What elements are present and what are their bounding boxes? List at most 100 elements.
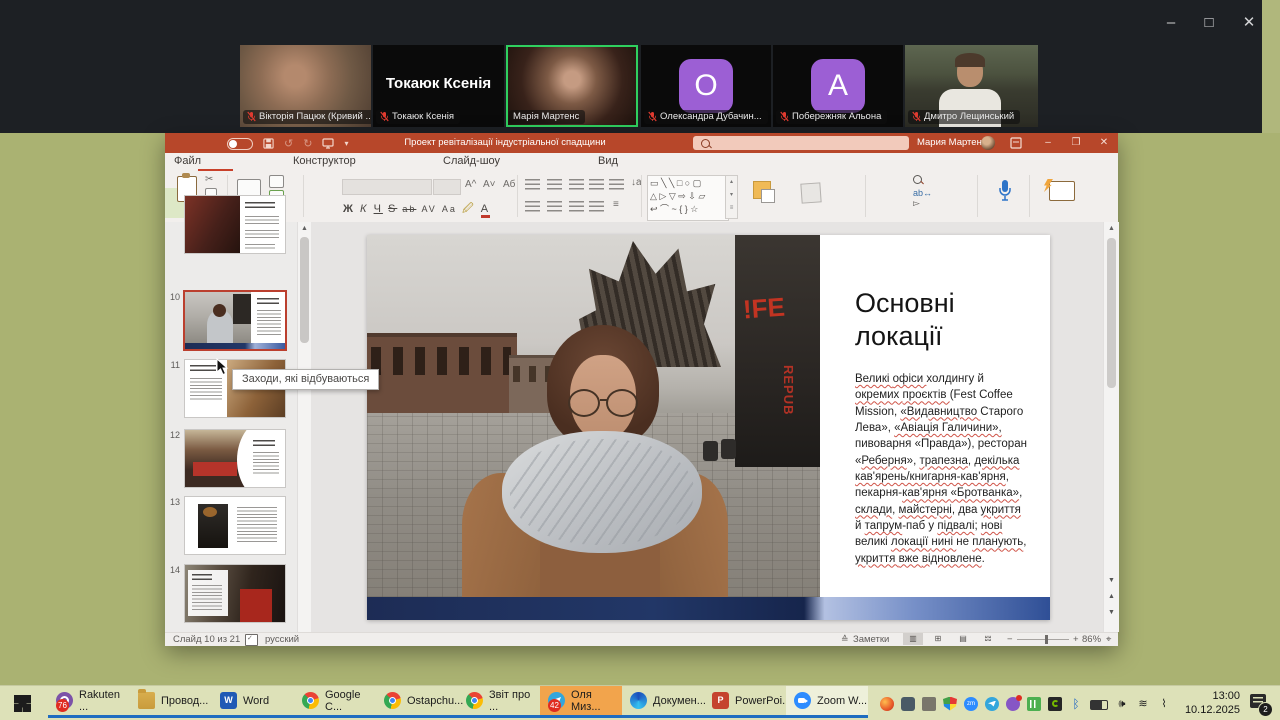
thumbnail-slide-10-selected[interactable] (185, 292, 285, 349)
ribbon-display-options-icon[interactable] (1010, 137, 1022, 149)
scroll-down-icon[interactable]: ▼ (1104, 574, 1119, 588)
font-name-select[interactable] (342, 179, 432, 195)
decrease-indent-icon[interactable] (569, 179, 584, 190)
window-close-button[interactable]: ✕ (1093, 136, 1115, 150)
char-spacing-button[interactable]: AV (421, 204, 436, 214)
sort-icon[interactable]: ↓а (631, 177, 642, 188)
find-icon[interactable] (913, 175, 922, 184)
start-button[interactable] (14, 695, 31, 712)
participant-tile-active-speaker[interactable]: Марія Мартенс (506, 45, 638, 127)
scroll-up-icon[interactable]: ▲ (298, 222, 311, 235)
shrink-font-icon[interactable]: А˅ (483, 179, 496, 190)
language-indicator[interactable]: русский (265, 634, 299, 645)
telegram-tray-icon[interactable] (985, 697, 999, 711)
battery-tray-icon[interactable] (1090, 700, 1108, 710)
notes-button[interactable]: Заметки (853, 634, 889, 645)
account-name[interactable]: Мария Мартенс (917, 137, 987, 148)
spellcheck-icon[interactable] (245, 634, 258, 646)
dictate-button[interactable] (997, 179, 1013, 205)
italic-button[interactable]: К (360, 203, 368, 215)
increase-indent-icon[interactable] (589, 179, 604, 190)
select-cursor-icon[interactable]: ▻ (913, 198, 932, 209)
slide-body-text[interactable]: Великі офіси холдингу й окремих проєктів… (855, 371, 1029, 567)
bluetooth-tray-icon[interactable]: ᛒ (1069, 697, 1083, 711)
window-minimize-button[interactable]: – (1037, 136, 1059, 150)
firefox-tray-icon[interactable] (880, 697, 894, 711)
taskbar-button-powerpoint[interactable]: P PowerPoi... (704, 686, 786, 718)
participant-tile[interactable]: Вікторія Пацюк (Кривий ... (240, 45, 371, 127)
clear-format-icon[interactable]: Аб (503, 179, 515, 190)
notes-icon[interactable]: ≙ (841, 634, 849, 645)
taskbar-button-chrome-3[interactable]: Звіт про ... (458, 686, 540, 718)
search-box[interactable] (693, 136, 909, 150)
taskbar-button-explorer[interactable]: Провод... (130, 686, 212, 718)
previous-slide-button[interactable]: ▲ (1104, 590, 1119, 604)
main-scrollbar[interactable]: ▲ ▼ ▲ ▼ (1103, 222, 1119, 632)
font-size-select[interactable] (433, 179, 461, 195)
slide-counter[interactable]: Слайд 10 из 21 (173, 634, 240, 645)
slide-sorter-view-button[interactable]: ⊞ (928, 633, 948, 645)
quick-styles-button[interactable] (800, 182, 821, 203)
columns-icon[interactable]: ≡ (613, 199, 619, 210)
window-restore-button[interactable]: ❐ (1065, 136, 1087, 150)
change-case-button[interactable]: Aa (442, 204, 457, 214)
font-color-button[interactable]: А (481, 203, 490, 218)
thumbnail-slide-9[interactable] (185, 196, 285, 253)
zoom-tray-icon[interactable]: zm (964, 697, 978, 711)
align-center-icon[interactable] (547, 201, 562, 212)
align-right-icon[interactable] (569, 201, 584, 212)
bold-button[interactable]: Ж (343, 203, 355, 215)
taskbar-button-rakuten-viber[interactable]: 76 Rakuten ... (48, 686, 130, 718)
taskbar-button-telegram[interactable]: 42 Оля Миз... (540, 686, 622, 718)
wifi-tray-icon[interactable]: ≋ (1136, 697, 1150, 711)
tab-slideshow[interactable]: Слайд-шоу (443, 155, 500, 167)
participant-tile[interactable]: A Побережняк Альона (773, 45, 903, 127)
zoom-close-button[interactable]: ✕ (1238, 12, 1260, 34)
undo-icon[interactable]: ↺ (284, 137, 293, 150)
app-tray-icon[interactable] (901, 697, 915, 711)
strikethrough-button[interactable]: S (388, 203, 397, 215)
shapes-scroll[interactable]: ▴▾≡ (725, 175, 738, 219)
next-slide-button[interactable]: ▼ (1104, 606, 1119, 620)
zoom-level[interactable]: 86% (1082, 634, 1101, 645)
autosave-toggle[interactable] (227, 138, 253, 150)
reading-view-button[interactable]: ▤ (953, 633, 973, 645)
zoom-out-button[interactable]: − (1007, 634, 1013, 645)
zoom-in-button[interactable]: + (1073, 634, 1079, 645)
thumbnail-slide-14[interactable] (185, 565, 285, 622)
designer-button[interactable] (1049, 181, 1075, 201)
zoom-slider[interactable] (1017, 639, 1069, 640)
viber-tray-icon[interactable] (1006, 697, 1020, 711)
defender-tray-icon[interactable] (943, 697, 957, 711)
numbering-icon[interactable] (547, 179, 562, 190)
tab-view[interactable]: Вид (598, 155, 618, 167)
tab-file[interactable]: Файл (174, 155, 201, 167)
taskbar-button-edge[interactable]: Докумен... (622, 686, 704, 718)
zoom-maximize-button[interactable]: □ (1198, 12, 1220, 34)
align-left-icon[interactable] (525, 201, 540, 212)
grow-font-icon[interactable]: А^ (465, 179, 476, 190)
thumbnail-slide-12[interactable] (185, 430, 285, 487)
folder-tray-icon[interactable] (922, 697, 936, 711)
thumbnail-slide-13[interactable] (185, 497, 285, 554)
taskbar-button-zoom[interactable]: Zoom W... (786, 686, 868, 718)
nvidia-tray-icon[interactable] (1048, 697, 1062, 711)
scroll-up-icon[interactable]: ▲ (1104, 222, 1119, 235)
save-icon[interactable] (263, 138, 274, 149)
taskbar-button-chrome-1[interactable]: Google C... (294, 686, 376, 718)
scrollbar-thumb[interactable] (1107, 238, 1116, 388)
slideshow-button[interactable]: 𝍌 (978, 633, 998, 645)
start-presentation-icon[interactable] (322, 138, 334, 149)
account-avatar[interactable] (981, 136, 995, 150)
scrollbar-thumb[interactable] (300, 237, 309, 343)
highlight-color-button[interactable]: 🖉 (462, 203, 476, 215)
cut-icon[interactable]: ✂ (205, 174, 213, 185)
thumbnail-scrollbar[interactable]: ▲ (297, 222, 311, 632)
zoom-slider-thumb[interactable] (1045, 635, 1048, 644)
participant-tile[interactable]: Дмитро Лещинський (905, 45, 1038, 127)
slide-title[interactable]: Основні локації (855, 287, 1035, 353)
line-spacing-icon[interactable] (609, 179, 624, 190)
slide-canvas[interactable]: !FE REPUB (367, 235, 1050, 620)
strike2-button[interactable]: ab (402, 204, 416, 214)
tab-design[interactable]: Конструктор (293, 155, 356, 167)
